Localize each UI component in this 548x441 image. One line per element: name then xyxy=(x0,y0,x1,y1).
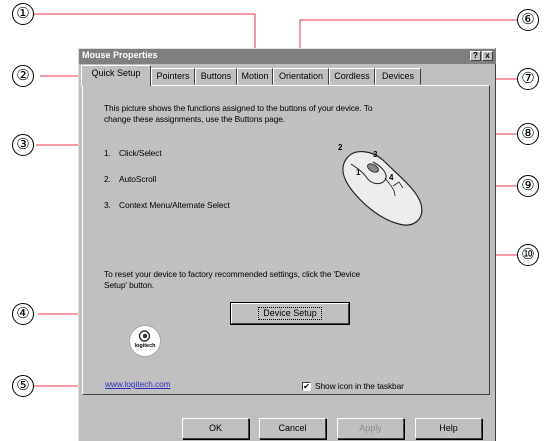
tab-motion[interactable]: Motion xyxy=(237,68,273,85)
help-title-button[interactable]: ? xyxy=(470,51,481,61)
mouse-body xyxy=(342,151,423,226)
callout-4: ④ xyxy=(12,303,34,325)
reset-text-line-2: Setup' button. xyxy=(104,280,155,290)
cancel-button[interactable]: Cancel xyxy=(259,418,326,439)
logitech-logo-text: logitech xyxy=(134,343,156,349)
window-title: Mouse Properties xyxy=(82,50,158,60)
mouse-illustration xyxy=(342,151,423,226)
function-1-label: Click/Select xyxy=(119,148,162,158)
callout-6: ⑥ xyxy=(517,9,539,31)
intro-text-line-2: change these assignments, use the Button… xyxy=(104,114,286,124)
show-icon-checkbox[interactable]: ✔ xyxy=(302,382,311,391)
tab-buttons[interactable]: Buttons xyxy=(195,68,237,85)
tab-quick-setup[interactable]: Quick Setup xyxy=(81,65,151,86)
tab-cordless[interactable]: Cordless xyxy=(329,68,375,85)
function-3-number: 3. xyxy=(104,200,111,210)
callout-9: ⑨ xyxy=(517,175,539,197)
callout-8: ⑧ xyxy=(517,123,539,145)
tab-pointers[interactable]: Pointers xyxy=(151,68,195,85)
show-icon-label[interactable]: Show icon in the taskbar xyxy=(315,381,404,391)
tab-orientation[interactable]: Orientation xyxy=(273,68,329,85)
function-3-label: Context Menu/Alternate Select xyxy=(119,200,230,210)
close-title-button[interactable]: x xyxy=(482,51,493,61)
function-2-number: 2. xyxy=(104,174,111,184)
callout-5: ⑤ xyxy=(12,375,34,397)
function-2-label: AutoScroll xyxy=(119,174,157,184)
device-setup-button[interactable]: Device Setup xyxy=(230,302,350,325)
mouse-label-2: 2 xyxy=(338,143,343,152)
intro-text-line-1: This picture shows the functions assigne… xyxy=(104,103,373,113)
logitech-website-link[interactable]: www.logitech.com xyxy=(105,380,171,389)
checkbox-check-icon: ✔ xyxy=(303,382,310,391)
logitech-logo: logitech xyxy=(129,325,161,357)
tab-strip: Quick Setup Pointers Buttons Motion Orie… xyxy=(79,65,497,86)
callout-10: ⑩ xyxy=(517,244,539,266)
callout-7: ⑦ xyxy=(517,68,539,90)
help-button[interactable]: Help xyxy=(415,418,482,439)
function-1-number: 1. xyxy=(104,148,111,158)
title-bar: Mouse Properties ? x xyxy=(79,49,496,64)
callout-3: ③ xyxy=(12,134,34,156)
reset-text-line-1: To reset your device to factory recommen… xyxy=(104,269,361,279)
mouse-properties-dialog: Mouse Properties ? x Quick Setup Pointer… xyxy=(78,48,496,441)
mouse-label-4: 4 xyxy=(389,173,394,182)
ok-button[interactable]: OK xyxy=(182,418,249,439)
mouse-label-3: 3 xyxy=(373,150,378,159)
quick-setup-panel: This picture shows the functions assigne… xyxy=(82,85,490,395)
callout-2: ② xyxy=(12,65,34,87)
callout-1: ① xyxy=(12,3,34,25)
mouse-label-1: 1 xyxy=(356,168,361,177)
tab-devices[interactable]: Devices xyxy=(375,68,421,85)
logitech-eye-icon xyxy=(138,330,151,342)
apply-button[interactable]: Apply xyxy=(337,418,404,439)
